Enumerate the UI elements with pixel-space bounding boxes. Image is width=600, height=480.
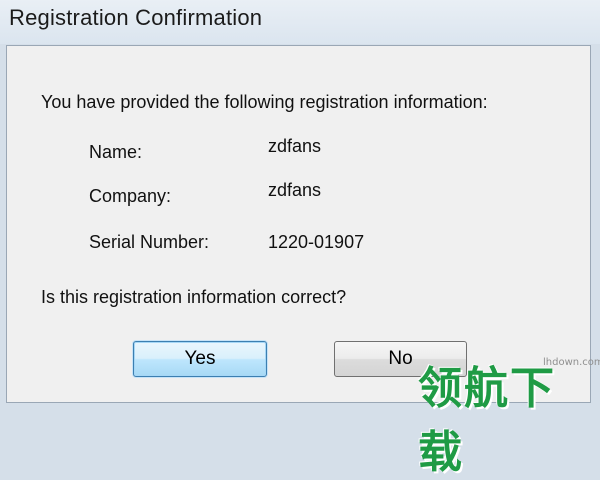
confirm-question: Is this registration information correct…: [41, 287, 347, 307]
company-value: zdfans: [268, 180, 322, 200]
yes-button[interactable]: Yes: [133, 341, 267, 377]
serial-number-value: 1220-01907: [268, 232, 365, 252]
intro-text: You have provided the following registra…: [41, 92, 488, 112]
name-value: zdfans: [268, 136, 322, 156]
watermark-logo: 领航下载: [418, 363, 556, 478]
name-label: Name:: [89, 142, 143, 162]
company-label: Company:: [89, 186, 172, 206]
title-bar: Registration Confirmation: [0, 0, 600, 44]
window-title: Registration Confirmation: [9, 5, 263, 30]
serial-number-label: Serial Number:: [89, 232, 210, 252]
